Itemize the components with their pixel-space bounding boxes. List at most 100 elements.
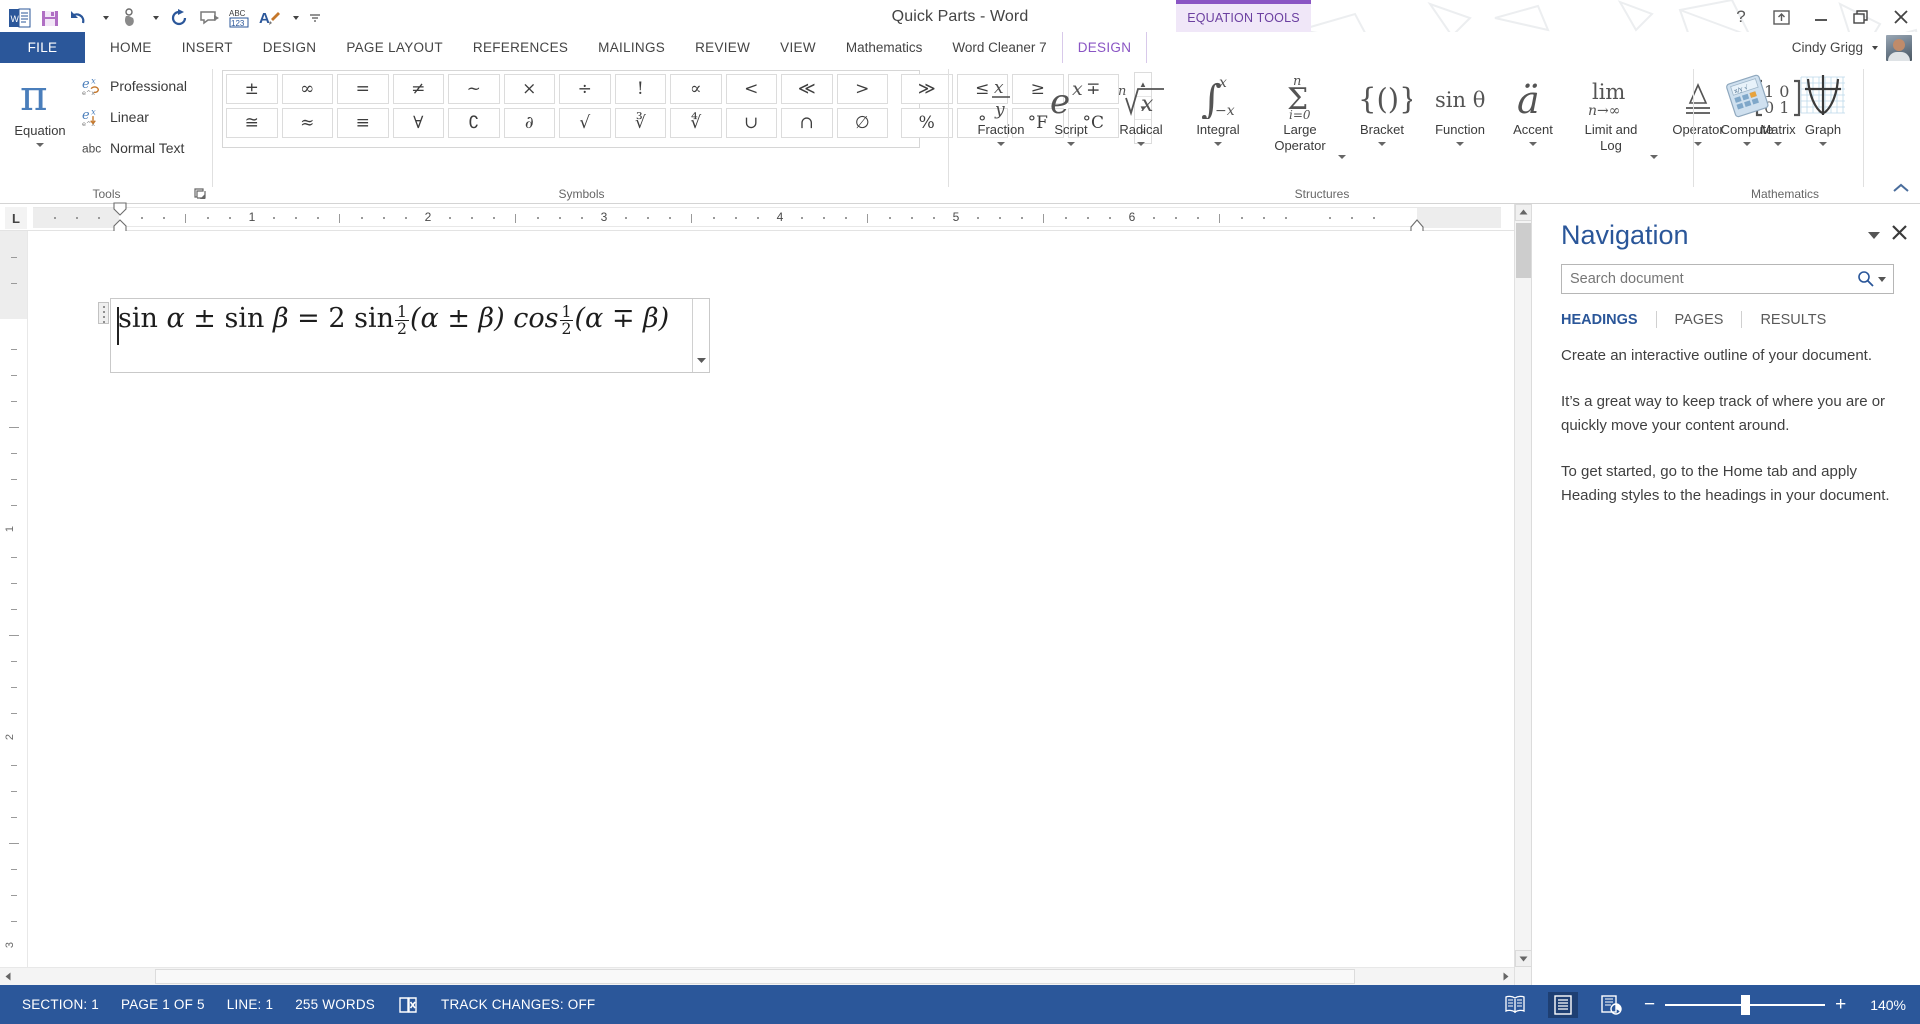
bracket-dropdown-icon[interactable] [1378,142,1386,146]
ribbon-tab-strip[interactable]: FILE HOME INSERT DESIGN PAGE LAYOUT REFE… [0,32,1920,63]
script-dropdown-icon[interactable] [1067,142,1075,146]
close-icon[interactable] [1890,5,1912,29]
symbol-union[interactable]: ∪ [725,108,777,138]
scroll-right-icon[interactable] [1497,968,1514,985]
zoom-track[interactable] [1665,994,1826,1015]
equation-text[interactable]: sin α ± sin β = 2 sin 1 2 (α ± β) cos 1 2 (α ∓… [118,303,691,337]
fraction-button[interactable]: x y Fraction [962,69,1040,146]
equation-content-control[interactable]: sin α ± sin β = 2 sin 1 2 (α ± β) cos 1 2 (α ∓… [98,298,710,373]
symbol-much-less[interactable]: ≪ [781,74,833,104]
status-track-changes[interactable]: TRACK CHANGES: OFF [441,997,595,1012]
status-line[interactable]: LINE: 1 [227,997,273,1012]
tab-review[interactable]: REVIEW [680,32,765,63]
chevron-down-icon[interactable] [1868,232,1880,239]
collapse-ribbon-icon[interactable] [1891,179,1911,197]
ribbon-display-options-icon[interactable] [1770,5,1792,29]
document-vertical-scrollbar[interactable] [1514,204,1532,985]
zoom-thumb[interactable] [1741,994,1751,1015]
window-controls[interactable]: ? [1730,2,1912,32]
linear-button[interactable]: e x e^x Linear [82,106,149,128]
script-button[interactable]: e x Script [1040,69,1102,146]
tab-file[interactable]: FILE [0,32,85,63]
help-icon[interactable]: ? [1730,5,1752,29]
integral-button[interactable]: ∫ x −x Integral [1180,69,1256,146]
tab-word-cleaner-7[interactable]: Word Cleaner 7 [937,32,1061,63]
horizontal-scroll-thumb[interactable] [155,969,1355,984]
symbol-proportional[interactable]: ∝ [670,74,722,104]
tab-equation-design[interactable]: DESIGN [1061,32,1148,63]
document-horizontal-scrollbar[interactable] [0,967,1514,985]
zoom-level[interactable]: 140% [1870,997,1906,1013]
symbol-much-greater[interactable]: ≫ [901,74,953,104]
tab-view[interactable]: VIEW [765,32,831,63]
limit-log-dropdown-icon[interactable] [1650,155,1658,159]
minimize-icon[interactable] [1810,5,1832,29]
search-document-field[interactable] [1561,264,1894,294]
chevron-down-icon[interactable] [1871,45,1878,50]
symbol-not-equals[interactable]: ≠ [392,74,444,104]
bracket-button[interactable]: {()} Bracket [1344,69,1420,146]
document-area[interactable]: sin α ± sin β = 2 sin 1 2 (α ± β) cos 1 2 (α ∓… [28,231,1529,985]
function-button[interactable]: sin θ Function [1420,69,1500,146]
web-layout-icon[interactable] [1596,992,1626,1018]
proofing-errors-icon[interactable] [397,995,419,1015]
radical-button[interactable]: n x Radical [1102,69,1180,146]
tab-mathematics[interactable]: Mathematics [831,32,938,63]
large-operator-dropdown-icon[interactable] [1338,155,1346,159]
vertical-scroll-thumb[interactable] [1516,223,1531,278]
status-bar[interactable]: SECTION: 1 PAGE 1 OF 5 LINE: 1 255 WORDS… [0,985,1920,1024]
search-input[interactable] [1562,271,1854,287]
accent-button[interactable]: ä Accent [1500,69,1566,146]
compute-dropdown-icon[interactable] [1743,142,1751,146]
symbol-identical[interactable]: ≡ [337,108,389,138]
symbol-for-all[interactable]: ∀ [392,108,444,138]
navigation-tabs[interactable]: HEADINGS PAGES RESULTS [1561,311,1844,328]
scroll-left-icon[interactable] [0,968,17,985]
ruler-track[interactable]: 1 2 3 4 5 6 [33,202,1501,242]
horizontal-ruler[interactable]: L 1 2 3 4 5 6 [0,202,1529,242]
account-area[interactable]: Cindy Grigg [1792,32,1912,63]
account-name[interactable]: Cindy Grigg [1792,40,1863,55]
scroll-up-icon[interactable] [1515,204,1532,221]
restore-icon[interactable] [1850,5,1872,29]
tab-home[interactable]: HOME [95,32,167,63]
large-operator-button[interactable]: n Σ i=0 Large Operator [1256,69,1344,154]
symbol-plus-minus[interactable]: ± [226,74,278,104]
symbol-tilde[interactable]: ~ [448,74,500,104]
status-section[interactable]: SECTION: 1 [22,997,99,1012]
symbols-gallery[interactable]: ± ∞ = ≠ ~ × ÷ ! ∝ < ≪ > ≅ ≈ ≡ ∀ ∁ ∂ √ ∛ … [224,72,894,140]
tab-page-layout[interactable]: PAGE LAYOUT [331,32,458,63]
compute-button[interactable]: x/y √ Compute [1707,69,1787,146]
symbol-partial[interactable]: ∂ [503,108,555,138]
symbol-factorial[interactable]: ! [614,74,666,104]
symbol-greater-than[interactable]: > [836,74,888,104]
symbol-intersection[interactable]: ∩ [781,108,833,138]
tab-insert[interactable]: INSERT [167,32,248,63]
accent-dropdown-icon[interactable] [1529,142,1537,146]
symbol-complement[interactable]: ∁ [448,108,500,138]
symbol-divide[interactable]: ÷ [559,74,611,104]
tab-stop-selector[interactable]: L [5,207,27,229]
tab-pages[interactable]: PAGES [1657,312,1742,328]
graph-button[interactable]: Graph [1787,69,1859,146]
tab-references[interactable]: REFERENCES [458,32,583,63]
tab-design[interactable]: DESIGN [248,32,332,63]
symbol-equals[interactable]: = [337,74,389,104]
symbol-percent[interactable]: % [901,108,953,138]
equation-scrollbar[interactable] [692,299,709,372]
symbol-fourth-root[interactable]: ∜ [670,108,722,138]
symbol-times[interactable]: × [503,74,555,104]
symbol-approx-equal[interactable]: ≅ [226,108,278,138]
zoom-out-icon[interactable]: − [1644,995,1655,1014]
symbol-cube-root[interactable]: ∛ [614,108,666,138]
status-page[interactable]: PAGE 1 OF 5 [121,997,205,1012]
graph-dropdown-icon[interactable] [1819,142,1827,146]
tab-results[interactable]: RESULTS [1742,312,1844,328]
equation-dropdown-icon[interactable] [36,143,44,147]
read-mode-icon[interactable] [1500,992,1530,1018]
zoom-in-icon[interactable]: + [1835,995,1846,1014]
status-word-count[interactable]: 255 WORDS [295,997,375,1012]
limit-and-log-button[interactable]: lim n→∞ Limit and Log [1566,69,1656,154]
symbol-infinity[interactable]: ∞ [281,74,333,104]
print-layout-icon[interactable] [1547,991,1578,1018]
